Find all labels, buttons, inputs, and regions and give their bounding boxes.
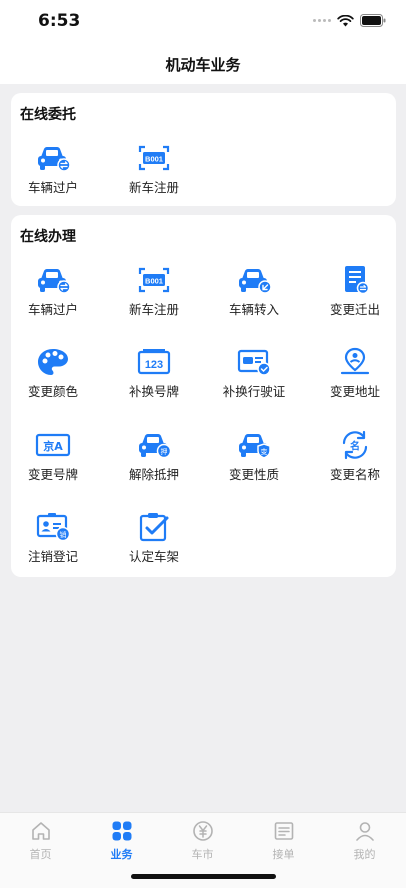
section-title: 在线委托 — [20, 107, 76, 123]
service-change-name[interactable]: 名 变更名称 — [313, 430, 406, 500]
plate-jing-icon: 京A — [35, 433, 71, 457]
service-replace-license[interactable]: 补换行驶证 — [212, 347, 308, 417]
badge-text: 销 — [60, 530, 67, 539]
tab-label: 接单 — [272, 848, 295, 861]
service-label: 变更性质 — [228, 467, 279, 482]
service-label: 车辆过户 — [27, 302, 78, 317]
service-change-color[interactable]: 变更颜色 — [11, 347, 107, 417]
badge-text: 押 — [161, 447, 168, 456]
service-car-transfer-in[interactable]: 车辆转入 — [212, 265, 308, 335]
grid-icon — [112, 821, 131, 841]
tab-home[interactable]: 首页 — [0, 819, 81, 865]
status-time: 6:53 — [38, 11, 81, 31]
home-icon — [31, 822, 50, 840]
plate-text: B001 — [145, 155, 163, 164]
id-cancel-icon: 销 — [36, 513, 71, 542]
wifi-icon — [337, 14, 354, 26]
home-indicator — [131, 874, 276, 879]
location-pin-icon — [340, 347, 370, 375]
service-move-out[interactable]: 变更迁出 — [313, 265, 406, 335]
car-transfer-icon — [38, 269, 71, 294]
service-cancel-registration[interactable]: 销 注销登记 — [11, 512, 107, 582]
clipboard-check-icon — [139, 513, 169, 542]
car-nature-icon: 变 — [239, 434, 271, 459]
status-indicators — [313, 14, 386, 27]
tab-label: 业务 — [110, 848, 133, 861]
battery-icon — [360, 14, 386, 27]
service-label: 新车注册 — [128, 302, 179, 317]
order-icon — [274, 822, 293, 840]
tab-label: 我的 — [353, 848, 376, 861]
service-change-address[interactable]: 变更地址 — [313, 347, 406, 417]
badge-text: 变 — [261, 447, 268, 456]
page-title: 机动车业务 — [165, 56, 241, 74]
service-label: 变更迁出 — [329, 302, 380, 317]
plate-scan-icon: B001 — [138, 267, 170, 293]
tab-business[interactable]: 业务 — [81, 819, 162, 865]
service-label: 认定车架 — [128, 549, 179, 564]
car-transfer-icon — [38, 147, 71, 172]
plate-text: B001 — [145, 277, 163, 286]
plate-number-icon: 123 — [137, 349, 171, 375]
tab-label: 车市 — [191, 848, 214, 861]
online-handle-card: 在线办理 车辆过户 B001 新车注册 车辆转入 变更迁出 变更颜色 123 补… — [11, 215, 396, 577]
document-move-out-icon — [345, 266, 370, 295]
service-identify-frame[interactable]: 认定车架 — [112, 512, 208, 582]
plate-text: 京A — [43, 439, 63, 453]
license-card-icon — [237, 349, 271, 376]
service-label: 车辆转入 — [228, 302, 279, 317]
service-car-transfer[interactable]: 车辆过户 — [11, 143, 107, 213]
name-change-icon: 名 — [342, 430, 368, 460]
tab-profile[interactable]: 我的 — [324, 819, 405, 865]
service-car-transfer[interactable]: 车辆过户 — [11, 265, 107, 335]
service-label: 变更颜色 — [27, 384, 78, 399]
online-entrust-card: 在线委托 车辆过户 B001 新车注册 — [11, 93, 396, 206]
service-label: 变更名称 — [329, 467, 380, 482]
service-change-nature[interactable]: 变 变更性质 — [212, 430, 308, 500]
service-label: 新车注册 — [128, 180, 179, 195]
service-label: 补换号牌 — [128, 384, 179, 399]
service-label: 变更地址 — [329, 384, 380, 399]
user-icon — [355, 822, 374, 841]
car-mortgage-icon: 押 — [139, 434, 172, 459]
nav-bar: 机动车业务 — [0, 46, 406, 84]
status-bar: 6:53 — [0, 0, 406, 46]
service-new-car-register[interactable]: B001 新车注册 — [112, 143, 208, 213]
section-title: 在线办理 — [20, 229, 76, 245]
tab-orders[interactable]: 接单 — [243, 819, 324, 865]
service-label: 注销登记 — [27, 549, 78, 564]
service-new-car-register[interactable]: B001 新车注册 — [112, 265, 208, 335]
service-replace-plate[interactable]: 123 补换号牌 — [112, 347, 208, 417]
badge-text: 名 — [350, 440, 360, 453]
signal-icon — [313, 19, 331, 22]
yuan-icon — [192, 821, 213, 841]
palette-icon — [38, 349, 68, 375]
plate-text: 123 — [145, 359, 163, 371]
car-transfer-in-icon — [239, 269, 272, 294]
service-label: 补换行驶证 — [222, 384, 286, 399]
service-release-mortgage[interactable]: 押 解除抵押 — [112, 430, 208, 500]
service-label: 解除抵押 — [128, 467, 179, 482]
plate-scan-icon: B001 — [138, 145, 170, 171]
tab-car-market[interactable]: 车市 — [162, 819, 243, 865]
tab-label: 首页 — [29, 848, 52, 861]
service-label: 变更号牌 — [27, 467, 78, 482]
service-change-plate[interactable]: 京A 变更号牌 — [11, 430, 107, 500]
service-label: 车辆过户 — [27, 180, 78, 195]
